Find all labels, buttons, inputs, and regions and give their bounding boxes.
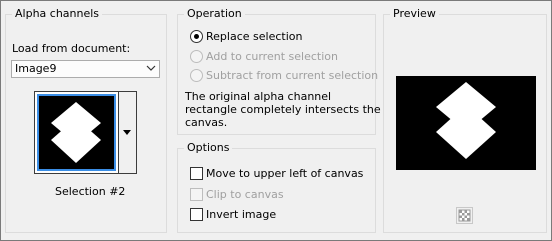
message-line-1: The original alpha channel (185, 90, 332, 103)
invert-checkbox[interactable] (190, 208, 203, 221)
checkerboard-icon (458, 209, 471, 222)
document-select-value: Image9 (15, 62, 57, 75)
transparency-toggle-button[interactable] (456, 207, 473, 224)
thumbnail-dropdown-button[interactable] (119, 91, 137, 174)
subtract-selection-label: Subtract from current selection (206, 69, 379, 82)
clip-checkbox (190, 188, 203, 201)
move-checkbox[interactable] (190, 167, 203, 180)
move-upper-left-label[interactable]: Move to upper left of canvas (206, 167, 363, 180)
document-select[interactable]: Image9 (11, 60, 160, 78)
caret-down-icon (123, 130, 131, 135)
add-selection-label: Add to current selection (206, 50, 338, 63)
selected-thumbnail (37, 94, 116, 171)
replace-radio-button[interactable] (190, 30, 203, 43)
alpha-channels-title: Alpha channels (12, 7, 103, 21)
load-from-document-label: Load from document: (12, 42, 131, 55)
subtract-radio-button (190, 69, 203, 82)
selection-thumbnail[interactable] (34, 91, 119, 174)
selection-name: Selection #2 (55, 185, 126, 198)
preview-diamond-shape (436, 82, 496, 159)
operation-title: Operation (184, 7, 245, 21)
add-radio-button (190, 50, 203, 63)
invert-image-label[interactable]: Invert image (206, 208, 276, 221)
diamond-shape-icon (51, 102, 101, 163)
preview-canvas (396, 76, 536, 170)
message-line-2: rectangle completely intersects the (185, 103, 381, 116)
clip-to-canvas-label: Clip to canvas (206, 188, 284, 201)
options-title: Options (184, 141, 233, 155)
message-line-3: canvas. (185, 116, 228, 129)
chevron-down-icon (146, 65, 156, 71)
replace-selection-label[interactable]: Replace selection (206, 30, 302, 43)
preview-title: Preview (390, 7, 439, 21)
